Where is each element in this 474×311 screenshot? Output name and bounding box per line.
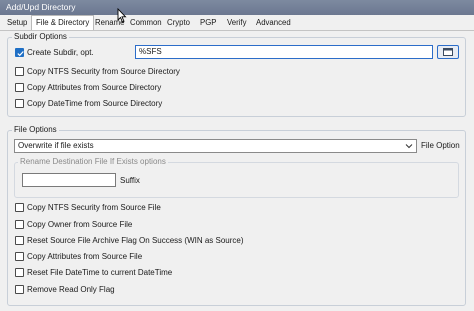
suffix-input[interactable] (22, 173, 116, 187)
copy-attributes-dir-label: Copy Attributes from Source Directory (27, 83, 162, 92)
file-option-select-value: Overwrite if file exists (18, 141, 94, 150)
subdir-options-legend: Subdir Options (12, 32, 69, 42)
create-subdir-label: Create Subdir, opt. (27, 48, 94, 57)
window-icon (443, 48, 453, 56)
copy-ntfs-security-file-label: Copy NTFS Security from Source File (27, 203, 161, 212)
copy-attributes-file-checkbox[interactable] (15, 252, 24, 261)
chevron-down-icon (405, 144, 413, 149)
rename-destination-legend: Rename Destination File If Exists option… (18, 157, 168, 167)
remove-read-only-checkbox[interactable] (15, 285, 24, 294)
tab-bar: Setup File & Directory Rename Common Cry… (0, 15, 474, 31)
file-option-label: File Option (421, 141, 460, 150)
create-subdir-checkbox[interactable] (15, 48, 24, 57)
tab-setup[interactable]: Setup (7, 17, 27, 29)
reset-file-datetime-label: Reset File DateTime to current DateTime (27, 268, 173, 277)
suffix-label: Suffix (120, 176, 140, 185)
window-title: Add/Upd Directory (6, 2, 76, 12)
reset-archive-flag-checkbox[interactable] (15, 236, 24, 245)
tab-verify[interactable]: Verify (227, 17, 247, 29)
remove-read-only-label: Remove Read Only Flag (27, 285, 115, 294)
copy-ntfs-security-dir-label: Copy NTFS Security from Source Directory (27, 67, 180, 76)
tab-file-directory[interactable]: File & Directory (31, 15, 95, 30)
tab-common[interactable]: Common (130, 17, 162, 29)
copy-attributes-file-label: Copy Attributes from Source File (27, 252, 143, 261)
copy-ntfs-security-dir-checkbox[interactable] (15, 67, 24, 76)
check-icon (17, 51, 24, 57)
copy-datetime-dir-checkbox[interactable] (15, 99, 24, 108)
reset-file-datetime-checkbox[interactable] (15, 268, 24, 277)
mouse-cursor-icon (117, 8, 127, 23)
reset-archive-flag-label: Reset Source File Archive Flag On Succes… (27, 236, 244, 245)
copy-ntfs-security-file-checkbox[interactable] (15, 203, 24, 212)
create-subdir-input[interactable]: %SFS (135, 45, 433, 59)
tab-pgp[interactable]: PGP (200, 17, 216, 29)
tab-advanced[interactable]: Advanced (256, 17, 291, 29)
tab-crypto[interactable]: Crypto (167, 17, 190, 29)
copy-datetime-dir-label: Copy DateTime from Source Directory (27, 99, 163, 108)
file-options-legend: File Options (12, 125, 59, 135)
title-bar: Add/Upd Directory (0, 0, 474, 15)
copy-owner-file-label: Copy Owner from Source File (27, 220, 133, 229)
copy-owner-file-checkbox[interactable] (15, 220, 24, 229)
subdir-browse-button[interactable] (437, 45, 459, 59)
file-option-select[interactable]: Overwrite if file exists (14, 139, 417, 153)
copy-attributes-dir-checkbox[interactable] (15, 83, 24, 92)
